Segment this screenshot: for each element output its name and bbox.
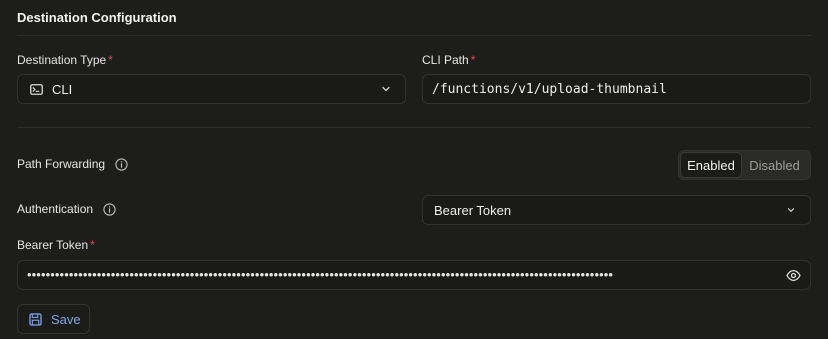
cli-path-label: CLI Path * <box>422 53 475 67</box>
authentication-value: Bearer Token <box>434 202 512 218</box>
path-forwarding-disabled-option[interactable]: Disabled <box>741 153 808 177</box>
required-mark: * <box>90 238 95 252</box>
destination-type-value: CLI <box>52 81 73 97</box>
destination-type-select[interactable]: CLI <box>17 74 406 104</box>
cli-path-label-text: CLI Path <box>422 53 469 67</box>
divider <box>17 127 811 128</box>
authentication-label: Authentication <box>17 202 116 216</box>
authentication-label-text: Authentication <box>17 202 94 216</box>
chevron-down-icon <box>787 208 795 212</box>
bearer-token-input[interactable]: ••••••••••••••••••••••••••••••••••••••••… <box>17 260 811 290</box>
authentication-select[interactable]: Bearer Token <box>422 195 811 225</box>
divider <box>17 35 811 36</box>
cli-path-value: /functions/v1/upload-thumbnail <box>432 81 667 97</box>
path-forwarding-toggle: Enabled Disabled <box>678 150 811 180</box>
bearer-token-masked-value: ••••••••••••••••••••••••••••••••••••••••… <box>27 267 614 282</box>
info-icon[interactable] <box>115 157 128 171</box>
bearer-token-label-text: Bearer Token <box>17 238 89 252</box>
save-button-label: Save <box>51 311 81 327</box>
destination-type-label-text: Destination Type <box>17 53 107 67</box>
chevron-down-icon <box>382 86 390 92</box>
eye-icon[interactable] <box>786 269 801 282</box>
bearer-token-label: Bearer Token * <box>17 238 95 252</box>
path-forwarding-enabled-option[interactable]: Enabled <box>681 153 741 177</box>
info-icon[interactable] <box>103 202 116 216</box>
destination-configuration-panel: Destination Configuration Destination Ty… <box>0 0 828 339</box>
save-button[interactable]: Save <box>17 304 90 334</box>
required-mark: * <box>108 53 113 67</box>
cli-path-input[interactable]: /functions/v1/upload-thumbnail <box>422 74 811 104</box>
section-title: Destination Configuration <box>17 10 177 25</box>
floppy-disk-icon <box>29 312 42 326</box>
terminal-icon <box>30 83 43 95</box>
destination-type-label: Destination Type * <box>17 53 113 67</box>
path-forwarding-label: Path Forwarding <box>17 157 128 171</box>
required-mark: * <box>470 53 476 67</box>
path-forwarding-label-text: Path Forwarding <box>17 157 106 171</box>
